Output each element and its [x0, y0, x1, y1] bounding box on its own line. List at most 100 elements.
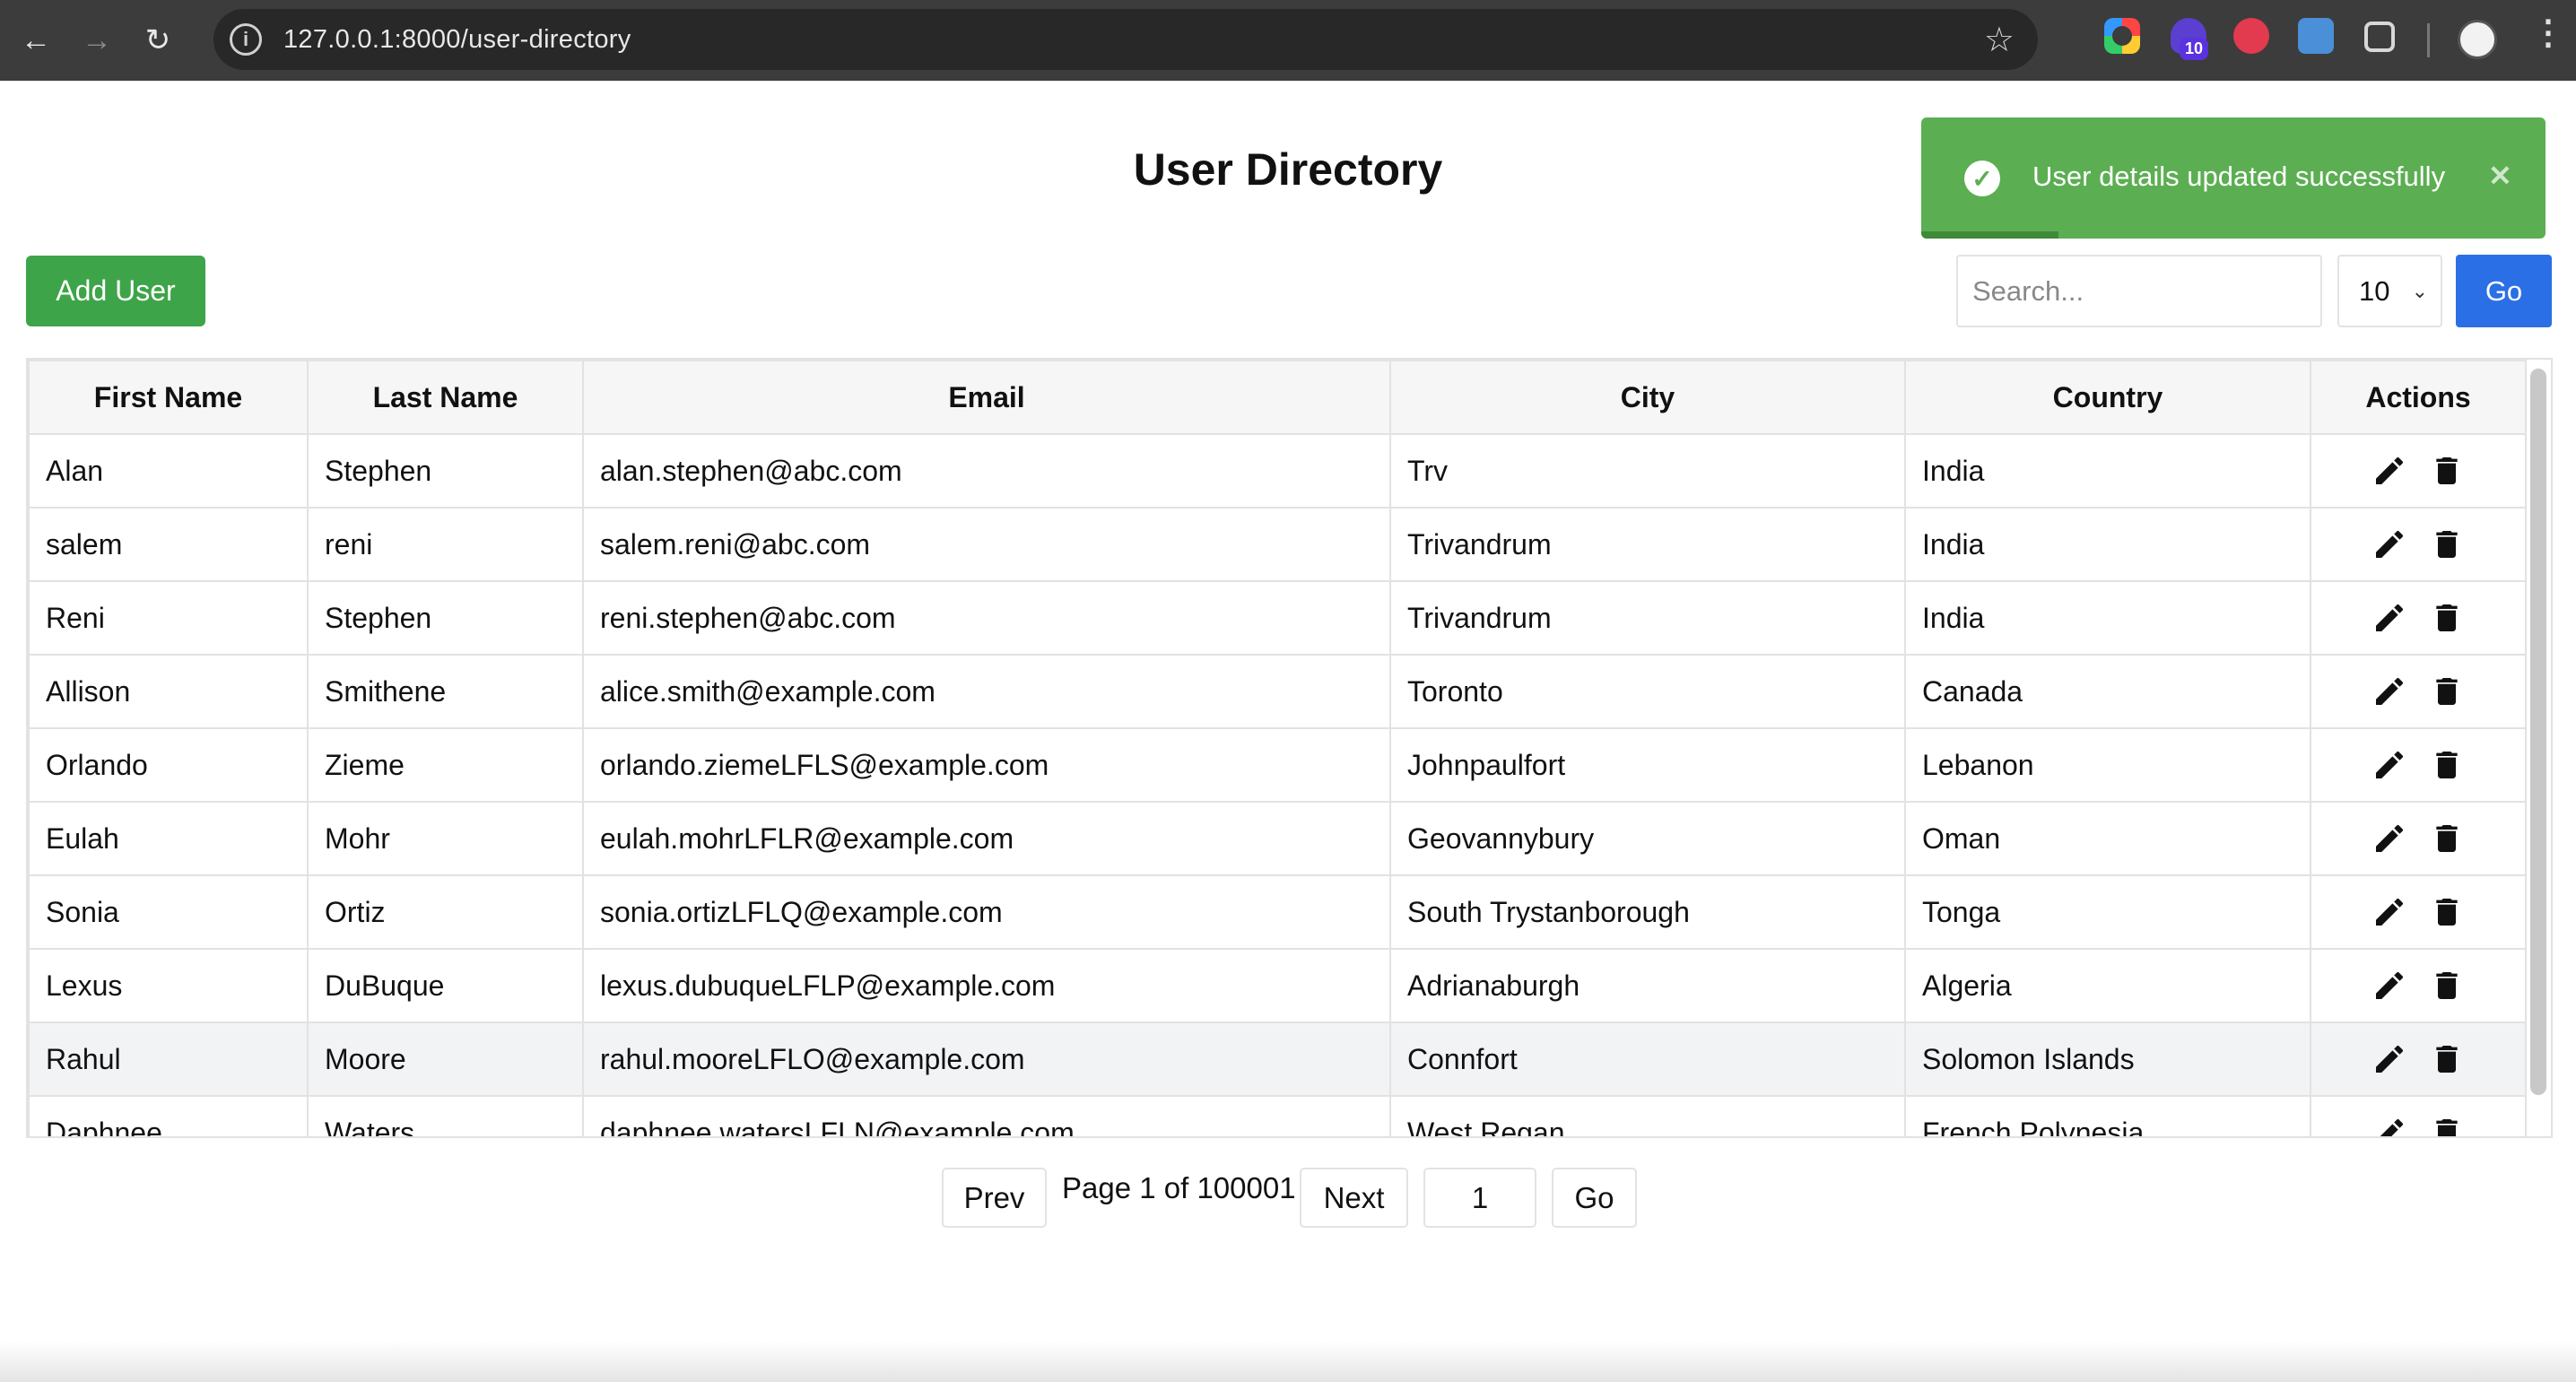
cell-first-name: salem [28, 507, 309, 582]
table-scrollbar[interactable] [2530, 369, 2546, 1095]
page-info: Page 1 of 100001 [1062, 1171, 1296, 1204]
trash-icon[interactable] [2429, 674, 2465, 709]
cell-city: Trv [1389, 433, 1906, 508]
table-row: Sonia Ortiz sonia.ortizLFLQ@example.com Sou… [28, 874, 2527, 950]
pencil-icon[interactable] [2371, 674, 2407, 709]
pencil-icon[interactable] [2371, 968, 2407, 1004]
add-user-button[interactable]: Add User [26, 256, 205, 326]
page-size-select[interactable]: 10 ⌄ [2337, 255, 2442, 327]
prev-page-button[interactable]: Prev [942, 1168, 1047, 1228]
cell-actions [2310, 727, 2527, 803]
site-info-icon[interactable]: i [230, 23, 262, 56]
table-header-row: First Name Last Name Email City Country … [28, 360, 2527, 435]
cell-email: sonia.ortizLFLQ@example.com [582, 874, 1391, 950]
column-header[interactable]: Last Name [307, 360, 584, 435]
trash-icon[interactable] [2429, 600, 2465, 636]
cell-first-name: Allison [28, 654, 309, 729]
pencil-icon[interactable] [2371, 600, 2407, 636]
cell-last-name: Stephen [307, 580, 584, 656]
cell-last-name: DuBuque [307, 948, 584, 1023]
trash-icon[interactable] [2429, 821, 2465, 856]
pencil-icon[interactable] [2371, 453, 2407, 489]
cell-actions [2310, 874, 2527, 950]
cell-actions [2310, 654, 2527, 729]
table-row: Allison Smithene alice.smith@example.com To… [28, 654, 2527, 729]
column-header[interactable]: Email [582, 360, 1391, 435]
toast-progress-bar [1921, 231, 2059, 239]
extensions-puzzle-icon[interactable] [2364, 22, 2395, 52]
pencil-icon[interactable] [2371, 747, 2407, 783]
cell-first-name: Daphnee [28, 1095, 309, 1136]
cell-country: Oman [1904, 801, 2311, 876]
cell-email: eulah.mohrLFLR@example.com [582, 801, 1391, 876]
cell-first-name: Eulah [28, 801, 309, 876]
cell-last-name: Moore [307, 1021, 584, 1097]
page-size-value: 10 [2359, 274, 2390, 307]
extension-color-icon[interactable] [2104, 18, 2140, 54]
cell-actions [2310, 948, 2527, 1023]
page-number-input[interactable]: 1 [1423, 1168, 1536, 1228]
cell-last-name: Stephen [307, 433, 584, 508]
cell-first-name: Alan [28, 433, 309, 508]
pencil-icon[interactable] [2371, 894, 2407, 930]
cell-city: Trivandrum [1389, 507, 1906, 582]
cell-city: South Trystanborough [1389, 874, 1906, 950]
page-go-button[interactable]: Go [1552, 1168, 1637, 1228]
address-bar[interactable]: i 127.0.0.1:8000/user-directory ☆ [213, 9, 2038, 70]
user-table-container[interactable]: First Name Last Name Email City Country … [26, 358, 2553, 1138]
table-row: Orlando Zieme orlando.ziemeLFLS@example.co… [28, 727, 2527, 803]
search-go-button[interactable]: Go [2456, 255, 2552, 327]
close-icon[interactable]: ✕ [2488, 159, 2512, 193]
browser-toolbar: ← → ↻ i 127.0.0.1:8000/user-directory ☆ … [0, 0, 2576, 81]
trash-icon[interactable] [2429, 1115, 2465, 1136]
cell-email: daphnee.watersLFLN@example.com [582, 1095, 1391, 1136]
cell-city: Geovannybury [1389, 801, 1906, 876]
next-page-button[interactable]: Next [1300, 1168, 1408, 1228]
search-input[interactable]: Search... [1956, 255, 2322, 327]
pencil-icon[interactable] [2371, 1041, 2407, 1077]
pencil-icon[interactable] [2371, 821, 2407, 856]
table-row: Daphnee Waters daphnee.watersLFLN@example.… [28, 1095, 2527, 1136]
toolbar-divider [2427, 23, 2430, 57]
cell-last-name: Smithene [307, 654, 584, 729]
cell-country: Tonga [1904, 874, 2311, 950]
column-header[interactable]: Country [1904, 360, 2311, 435]
cell-first-name: Orlando [28, 727, 309, 803]
user-table: First Name Last Name Email City Country … [28, 360, 2527, 1136]
cell-actions [2310, 1095, 2527, 1136]
cell-country: India [1904, 433, 2311, 508]
trash-icon[interactable] [2429, 747, 2465, 783]
cell-email: rahul.mooreLFLO@example.com [582, 1021, 1391, 1097]
cell-country: French Polynesia [1904, 1095, 2311, 1136]
column-header[interactable]: First Name [28, 360, 309, 435]
trash-icon[interactable] [2429, 453, 2465, 489]
back-icon[interactable]: ← [11, 15, 61, 65]
cell-country: India [1904, 507, 2311, 582]
chevron-down-icon: ⌄ [2411, 280, 2428, 302]
bottom-shadow [0, 1341, 2576, 1382]
bookmark-star-icon[interactable]: ☆ [1984, 20, 2015, 60]
cell-actions [2310, 507, 2527, 582]
browser-menu-icon[interactable]: ⋮ [2531, 13, 2565, 53]
check-circle-icon: ✓ [1964, 161, 2000, 196]
trash-icon[interactable] [2429, 526, 2465, 562]
trash-icon[interactable] [2429, 1041, 2465, 1077]
pencil-icon[interactable] [2371, 1115, 2407, 1136]
trash-icon[interactable] [2429, 968, 2465, 1004]
extension-printer-icon[interactable] [2298, 18, 2334, 54]
cell-country: Canada [1904, 654, 2311, 729]
cell-last-name: reni [307, 507, 584, 582]
trash-icon[interactable] [2429, 894, 2465, 930]
extension-red-icon[interactable] [2233, 18, 2269, 54]
column-header[interactable]: City [1389, 360, 1906, 435]
forward-icon[interactable]: → [72, 15, 122, 65]
table-row: Rahul Moore rahul.mooreLFLO@example.com Con… [28, 1021, 2527, 1097]
pencil-icon[interactable] [2371, 526, 2407, 562]
cell-email: alan.stephen@abc.com [582, 433, 1391, 508]
cell-country: India [1904, 580, 2311, 656]
reload-icon[interactable]: ↻ [133, 15, 183, 65]
profile-avatar-icon[interactable] [2458, 20, 2497, 59]
cell-city: Johnpaulfort [1389, 727, 1906, 803]
cell-first-name: Reni [28, 580, 309, 656]
url-text[interactable]: 127.0.0.1:8000/user-directory [283, 25, 631, 55]
